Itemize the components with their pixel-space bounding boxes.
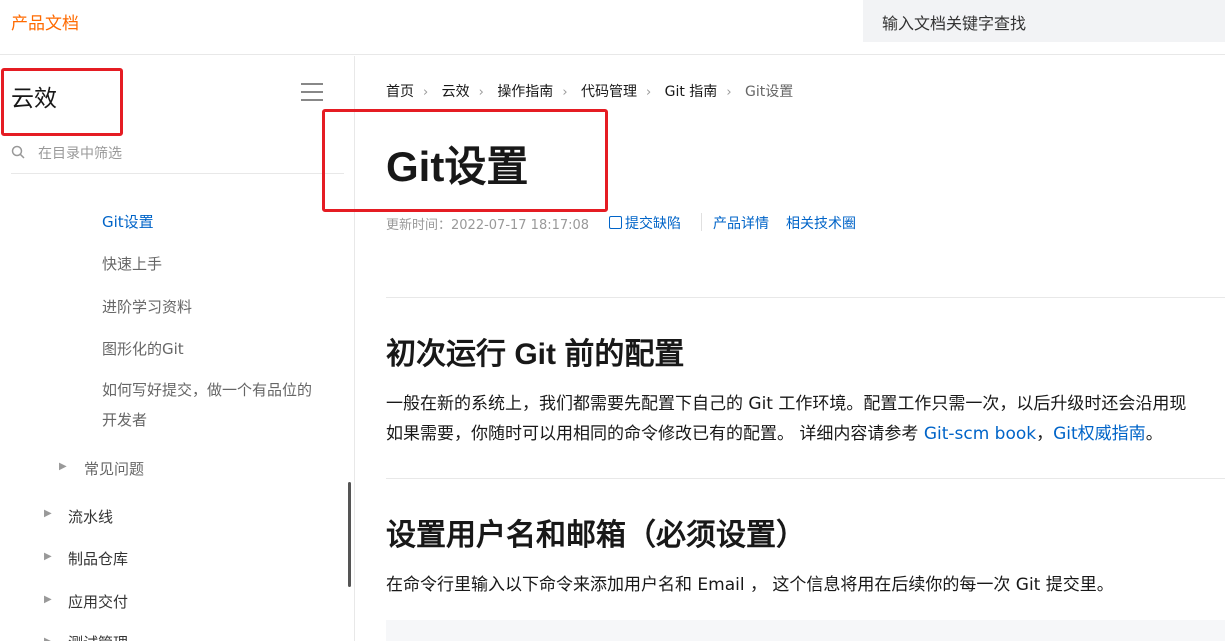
sidebar-filter-input[interactable]: 在目录中筛选 bbox=[38, 143, 122, 163]
search-placeholder: 输入文档关键字查找 bbox=[882, 14, 1027, 33]
caret-right-icon[interactable]: ▶ bbox=[44, 551, 52, 562]
search-icon bbox=[11, 145, 25, 159]
report-bug-link[interactable]: 提交缺陷 bbox=[609, 213, 681, 233]
breadcrumb-current: Git设置 bbox=[744, 84, 794, 100]
sidebar-scrollbar[interactable] bbox=[348, 482, 351, 587]
sidebar-item-git-settings[interactable]: Git设置 bbox=[102, 211, 154, 232]
paragraph-line: 如果需要，你随时可以用相同的命令修改已有的配置。 详细内容请参考 Git-scm… bbox=[386, 419, 1163, 449]
git-scm-book-link[interactable]: Git-scm book bbox=[924, 424, 1036, 444]
sidebar-item-quick-start[interactable]: 快速上手 bbox=[102, 253, 162, 274]
paragraph-text: 如果需要，你随时可以用相同的命令修改已有的配置。 详细内容请参考 bbox=[386, 424, 924, 444]
breadcrumb-item[interactable]: 操作指南 bbox=[497, 84, 553, 100]
report-bug-label: 提交缺陷 bbox=[625, 216, 681, 232]
divider bbox=[386, 297, 1225, 298]
comma: ， bbox=[1036, 424, 1054, 444]
sidebar-item-faq[interactable]: 常见问题 bbox=[84, 458, 144, 479]
product-details-link[interactable]: 产品详情 bbox=[713, 213, 769, 233]
sidebar-item-good-commits[interactable]: 如何写好提交，做一个有品位的开发者 bbox=[102, 375, 312, 435]
caret-right-icon[interactable]: ▶ bbox=[44, 508, 52, 519]
breadcrumb-item[interactable]: Git 指南 bbox=[665, 84, 718, 100]
chevron-right-icon: › bbox=[478, 85, 484, 100]
paragraph-line: 一般在新的系统上，我们都需要先配置下自己的 Git 工作环境。配置工作只需一次，… bbox=[386, 394, 1187, 414]
chevron-right-icon: › bbox=[645, 85, 652, 100]
section-heading: 设置用户名和邮箱（必须设置） bbox=[386, 519, 806, 552]
sidebar-item-artifact-repo[interactable]: 制品仓库 bbox=[68, 548, 128, 569]
top-bar: 产品文档 输入文档关键字查找 bbox=[0, 0, 1225, 55]
breadcrumb-item[interactable]: 云效 bbox=[442, 84, 470, 100]
breadcrumb-item[interactable]: 代码管理 bbox=[581, 84, 637, 100]
divider bbox=[386, 478, 1225, 479]
divider bbox=[11, 173, 344, 174]
sidebar-item-advanced-learning[interactable]: 进阶学习资料 bbox=[102, 296, 192, 317]
chevron-right-icon: › bbox=[423, 85, 429, 100]
search-input[interactable]: 输入文档关键字查找 bbox=[863, 0, 1225, 42]
code-block bbox=[386, 620, 1225, 641]
caret-right-icon[interactable]: ▶ bbox=[44, 636, 52, 641]
section-heading: 初次运行 Git 前的配置 bbox=[386, 338, 685, 371]
git-guide-link[interactable]: Git权威指南 bbox=[1053, 424, 1146, 444]
breadcrumb: 首页 › 云效 › 操作指南 › 代码管理 › Git 指南 › Git设置 bbox=[386, 81, 793, 101]
sidebar-item-pipeline[interactable]: 流水线 bbox=[68, 506, 113, 527]
sidebar-item-app-delivery[interactable]: 应用交付 bbox=[68, 591, 128, 612]
edit-icon bbox=[609, 216, 622, 229]
chevron-right-icon: › bbox=[562, 85, 568, 100]
paragraph-line: 在命令行里输入以下命令来添加用户名和 Email ， 这个信息将用在后续你的每一… bbox=[386, 575, 1114, 595]
chevron-right-icon: › bbox=[726, 85, 732, 100]
highlight-box bbox=[322, 109, 608, 212]
breadcrumb-item[interactable]: 首页 bbox=[386, 84, 414, 100]
period: 。 bbox=[1145, 424, 1163, 444]
sidebar-item-test-management[interactable]: 测试管理 bbox=[68, 632, 128, 641]
updated-time: 更新时间：2022-07-17 18:17:08 bbox=[386, 218, 590, 233]
brand-link[interactable]: 产品文档 bbox=[11, 9, 79, 34]
highlight-box bbox=[1, 68, 123, 136]
tech-circle-link[interactable]: 相关技术圈 bbox=[786, 213, 856, 233]
divider bbox=[701, 213, 702, 231]
caret-right-icon[interactable]: ▶ bbox=[59, 461, 67, 472]
sidebar: 云效 在目录中筛选 Git设置 快速上手 进阶学习资料 图形化的Git 如何写好… bbox=[0, 56, 355, 641]
caret-right-icon[interactable]: ▶ bbox=[44, 594, 52, 605]
sidebar-item-graphical-git[interactable]: 图形化的Git bbox=[102, 338, 184, 359]
hamburger-menu-icon[interactable] bbox=[301, 83, 323, 101]
